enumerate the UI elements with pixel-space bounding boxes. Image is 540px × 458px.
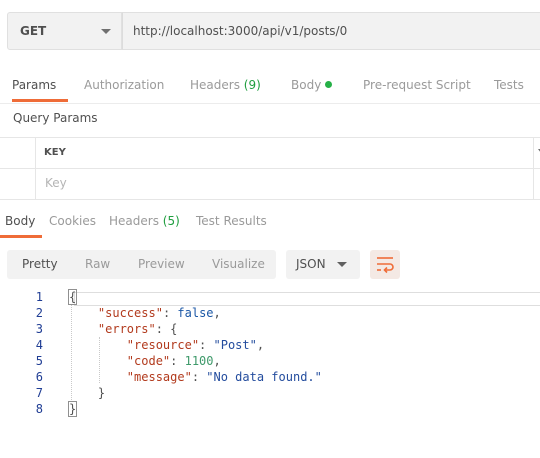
close-brace: }: [67, 401, 78, 417]
json-value: 1100: [184, 354, 214, 368]
response-code-editor[interactable]: 1 2 3 4 5 6 7 8 { "success": false, "err…: [0, 289, 540, 419]
raw-button[interactable]: Raw: [85, 250, 110, 279]
tab-tests-label: Tests: [494, 78, 524, 92]
json-value: false: [177, 306, 214, 320]
tab-headers[interactable]: Headers (9): [190, 70, 261, 102]
code-line: }: [69, 386, 105, 400]
line-number: 7: [35, 386, 43, 400]
line-number: 8: [35, 402, 43, 416]
url-input[interactable]: http://localhost:3000/api/v1/posts/0: [122, 12, 540, 50]
json-key: "success": [97, 306, 163, 320]
wrap-lines-button[interactable]: [370, 250, 400, 279]
line-number: 4: [35, 338, 43, 352]
json-key: "resource": [126, 338, 200, 352]
request-tabs: Params Authorization Headers (9) Body Pr…: [0, 70, 540, 104]
tab-response-body[interactable]: Body: [0, 206, 43, 238]
json-value: "No data found.": [206, 370, 322, 384]
params-table: KEY Key: [0, 137, 540, 200]
tab-headers-label: Headers: [190, 78, 240, 92]
column-divider: [533, 169, 534, 199]
chevron-down-icon: [337, 262, 347, 267]
tab-body-label: Body: [291, 78, 322, 92]
line-number: 5: [35, 354, 43, 368]
format-select[interactable]: JSON: [286, 250, 360, 279]
tab-tests[interactable]: Tests: [494, 70, 524, 102]
method-select[interactable]: GET: [7, 12, 122, 50]
tab-response-body-label: Body: [5, 214, 36, 228]
tab-test-results-label: Test Results: [196, 214, 267, 228]
column-divider: [533, 138, 534, 168]
line-number: 2: [35, 306, 43, 320]
inner-close-brace: }: [97, 386, 106, 400]
code-line: "errors": {: [97, 322, 178, 336]
tab-prerequest-label: Pre-request Script: [363, 78, 471, 92]
code-line: }: [67, 401, 78, 417]
code-line: "success": false,: [97, 306, 221, 320]
json-value: "Post": [213, 338, 257, 352]
column-divider: [35, 138, 36, 168]
json-key: "message": [126, 370, 192, 384]
tab-params[interactable]: Params: [12, 70, 69, 102]
method-label: GET: [20, 24, 47, 38]
params-header-row: KEY: [0, 138, 540, 169]
tab-response-headers[interactable]: Headers (5): [109, 206, 180, 238]
json-key: "code": [126, 354, 171, 368]
tab-body[interactable]: Body: [291, 70, 333, 102]
pretty-button[interactable]: Pretty: [22, 250, 58, 279]
tab-cookies[interactable]: Cookies: [49, 206, 96, 238]
view-mode-group: Pretty Raw Preview Visualize: [7, 250, 276, 279]
json-key: "errors": [97, 322, 156, 336]
key-input[interactable]: Key: [45, 176, 67, 190]
query-params-title: Query Params: [13, 111, 98, 125]
code-line: "resource": "Post",: [126, 338, 265, 352]
code-line: {: [67, 289, 78, 305]
response-headers-count: (5): [162, 214, 180, 228]
line-number: 1: [35, 290, 43, 304]
preview-button[interactable]: Preview: [138, 250, 185, 279]
line-number: 3: [35, 322, 43, 336]
tab-prerequest-script[interactable]: Pre-request Script: [363, 70, 471, 102]
tab-authorization-label: Authorization: [84, 78, 165, 92]
open-brace: {: [67, 289, 78, 305]
format-select-value: JSON: [296, 257, 326, 271]
url-text: http://localhost:3000/api/v1/posts/0: [133, 24, 348, 38]
current-line-highlight: [74, 292, 540, 306]
column-divider: [35, 169, 36, 199]
code-line: "code": 1100,: [126, 354, 221, 368]
wrap-lines-icon: [377, 257, 394, 274]
headers-count-badge: (9): [243, 78, 261, 92]
tab-test-results[interactable]: Test Results: [196, 206, 267, 238]
tab-response-headers-label: Headers: [109, 214, 159, 228]
visualize-button[interactable]: Visualize: [212, 250, 265, 279]
tab-cookies-label: Cookies: [49, 214, 96, 228]
tab-params-label: Params: [12, 78, 57, 92]
code-line: "message": "No data found.": [126, 370, 322, 384]
params-row: Key: [0, 169, 540, 199]
key-column-header: KEY: [44, 147, 66, 158]
response-tabs: Body Cookies Headers (5) Test Results: [0, 206, 540, 239]
chevron-down-icon: [101, 29, 111, 34]
tab-authorization[interactable]: Authorization: [84, 70, 164, 102]
line-number: 6: [35, 370, 43, 384]
body-indicator-dot-icon: [325, 81, 333, 88]
